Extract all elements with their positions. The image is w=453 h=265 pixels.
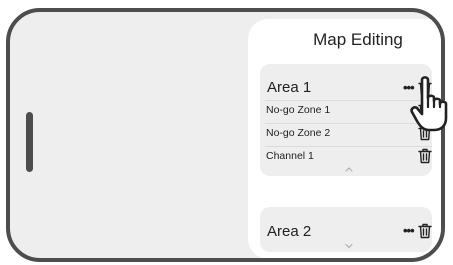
zone-item[interactable]: Channel 1 [265,146,432,166]
area-card-2[interactable]: Area 2 ••• [260,207,432,252]
zone-label: No-go Zone 2 [266,127,331,139]
pointing-hand-icon [410,76,448,132]
home-indicator-bar[interactable] [26,112,33,172]
zone-item[interactable]: No-go Zone 2 [265,123,432,143]
map-editing-panel: Map Editing Area 1 ••• No-go Zone 1 No-g… [248,19,441,258]
area-name: Area 2 [267,223,312,240]
zone-label: No-go Zone 1 [266,104,331,116]
area-name: Area 1 [267,79,312,96]
more-options-icon[interactable]: ••• [403,223,415,238]
trash-icon[interactable] [418,223,432,239]
area-card-1[interactable]: Area 1 ••• No-go Zone 1 No-go Zone 2 Cha… [260,64,432,176]
zone-label: Channel 1 [266,150,314,162]
chevron-down-icon[interactable] [344,243,354,249]
device-frame: Map Editing Area 1 ••• No-go Zone 1 No-g… [6,8,445,262]
trash-icon[interactable] [418,148,432,164]
chevron-up-icon[interactable] [344,166,354,172]
panel-title: Map Editing [313,30,403,49]
zone-item[interactable]: No-go Zone 1 [265,100,432,120]
